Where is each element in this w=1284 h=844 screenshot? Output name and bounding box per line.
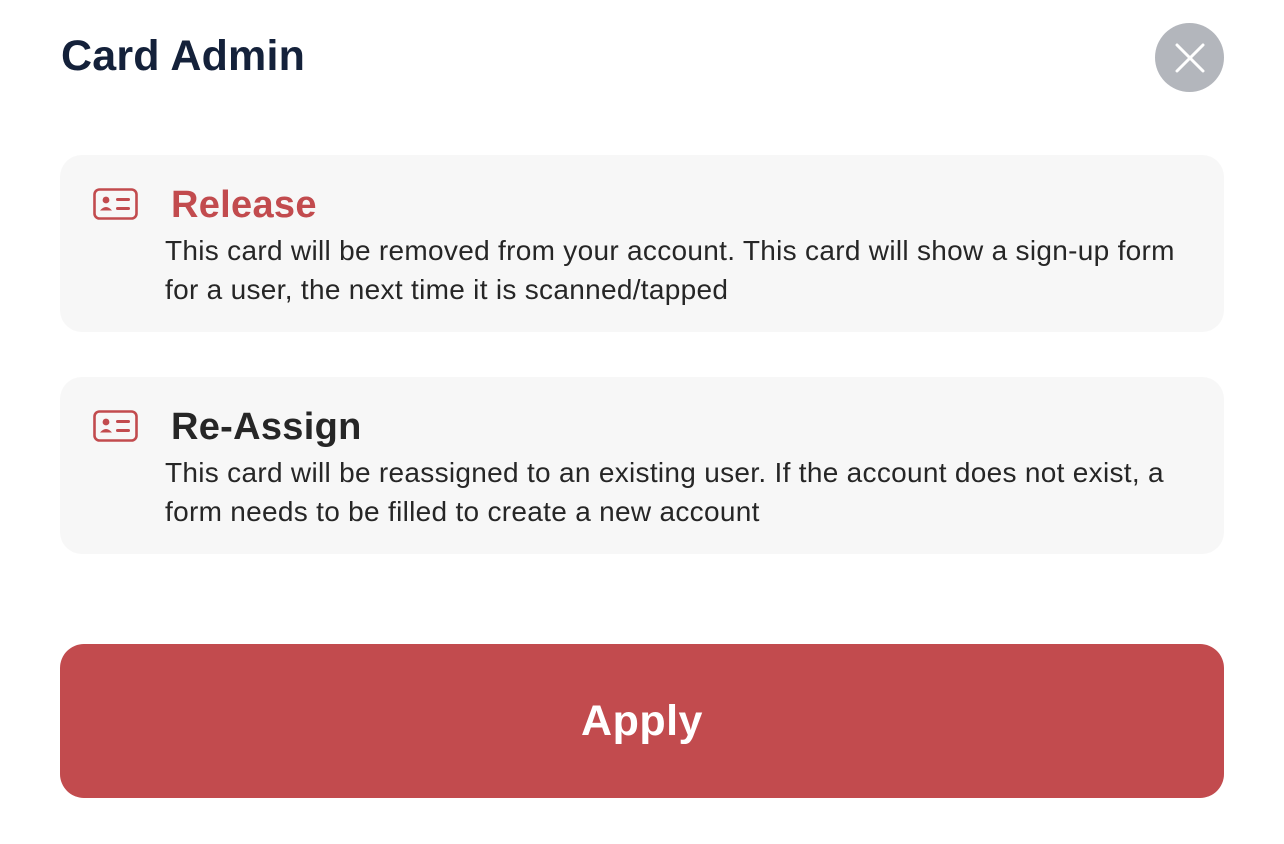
option-reassign[interactable]: Re-Assign This card will be reassigned t… bbox=[60, 377, 1224, 554]
option-description: This card will be removed from your acco… bbox=[165, 235, 1175, 305]
option-release[interactable]: Release This card will be removed from y… bbox=[60, 155, 1224, 332]
option-title: Re-Assign bbox=[171, 406, 362, 448]
option-title: Release bbox=[171, 184, 317, 226]
option-description: This card will be reassigned to an exist… bbox=[165, 457, 1164, 527]
card-admin-dialog: Card Admin Release This card will be rem… bbox=[0, 0, 1284, 844]
id-card-icon bbox=[93, 188, 138, 220]
id-card-icon bbox=[93, 410, 138, 442]
apply-button[interactable]: Apply bbox=[60, 644, 1224, 798]
close-icon bbox=[1175, 43, 1205, 73]
close-button[interactable] bbox=[1155, 23, 1224, 92]
dialog-title: Card Admin bbox=[61, 32, 306, 80]
